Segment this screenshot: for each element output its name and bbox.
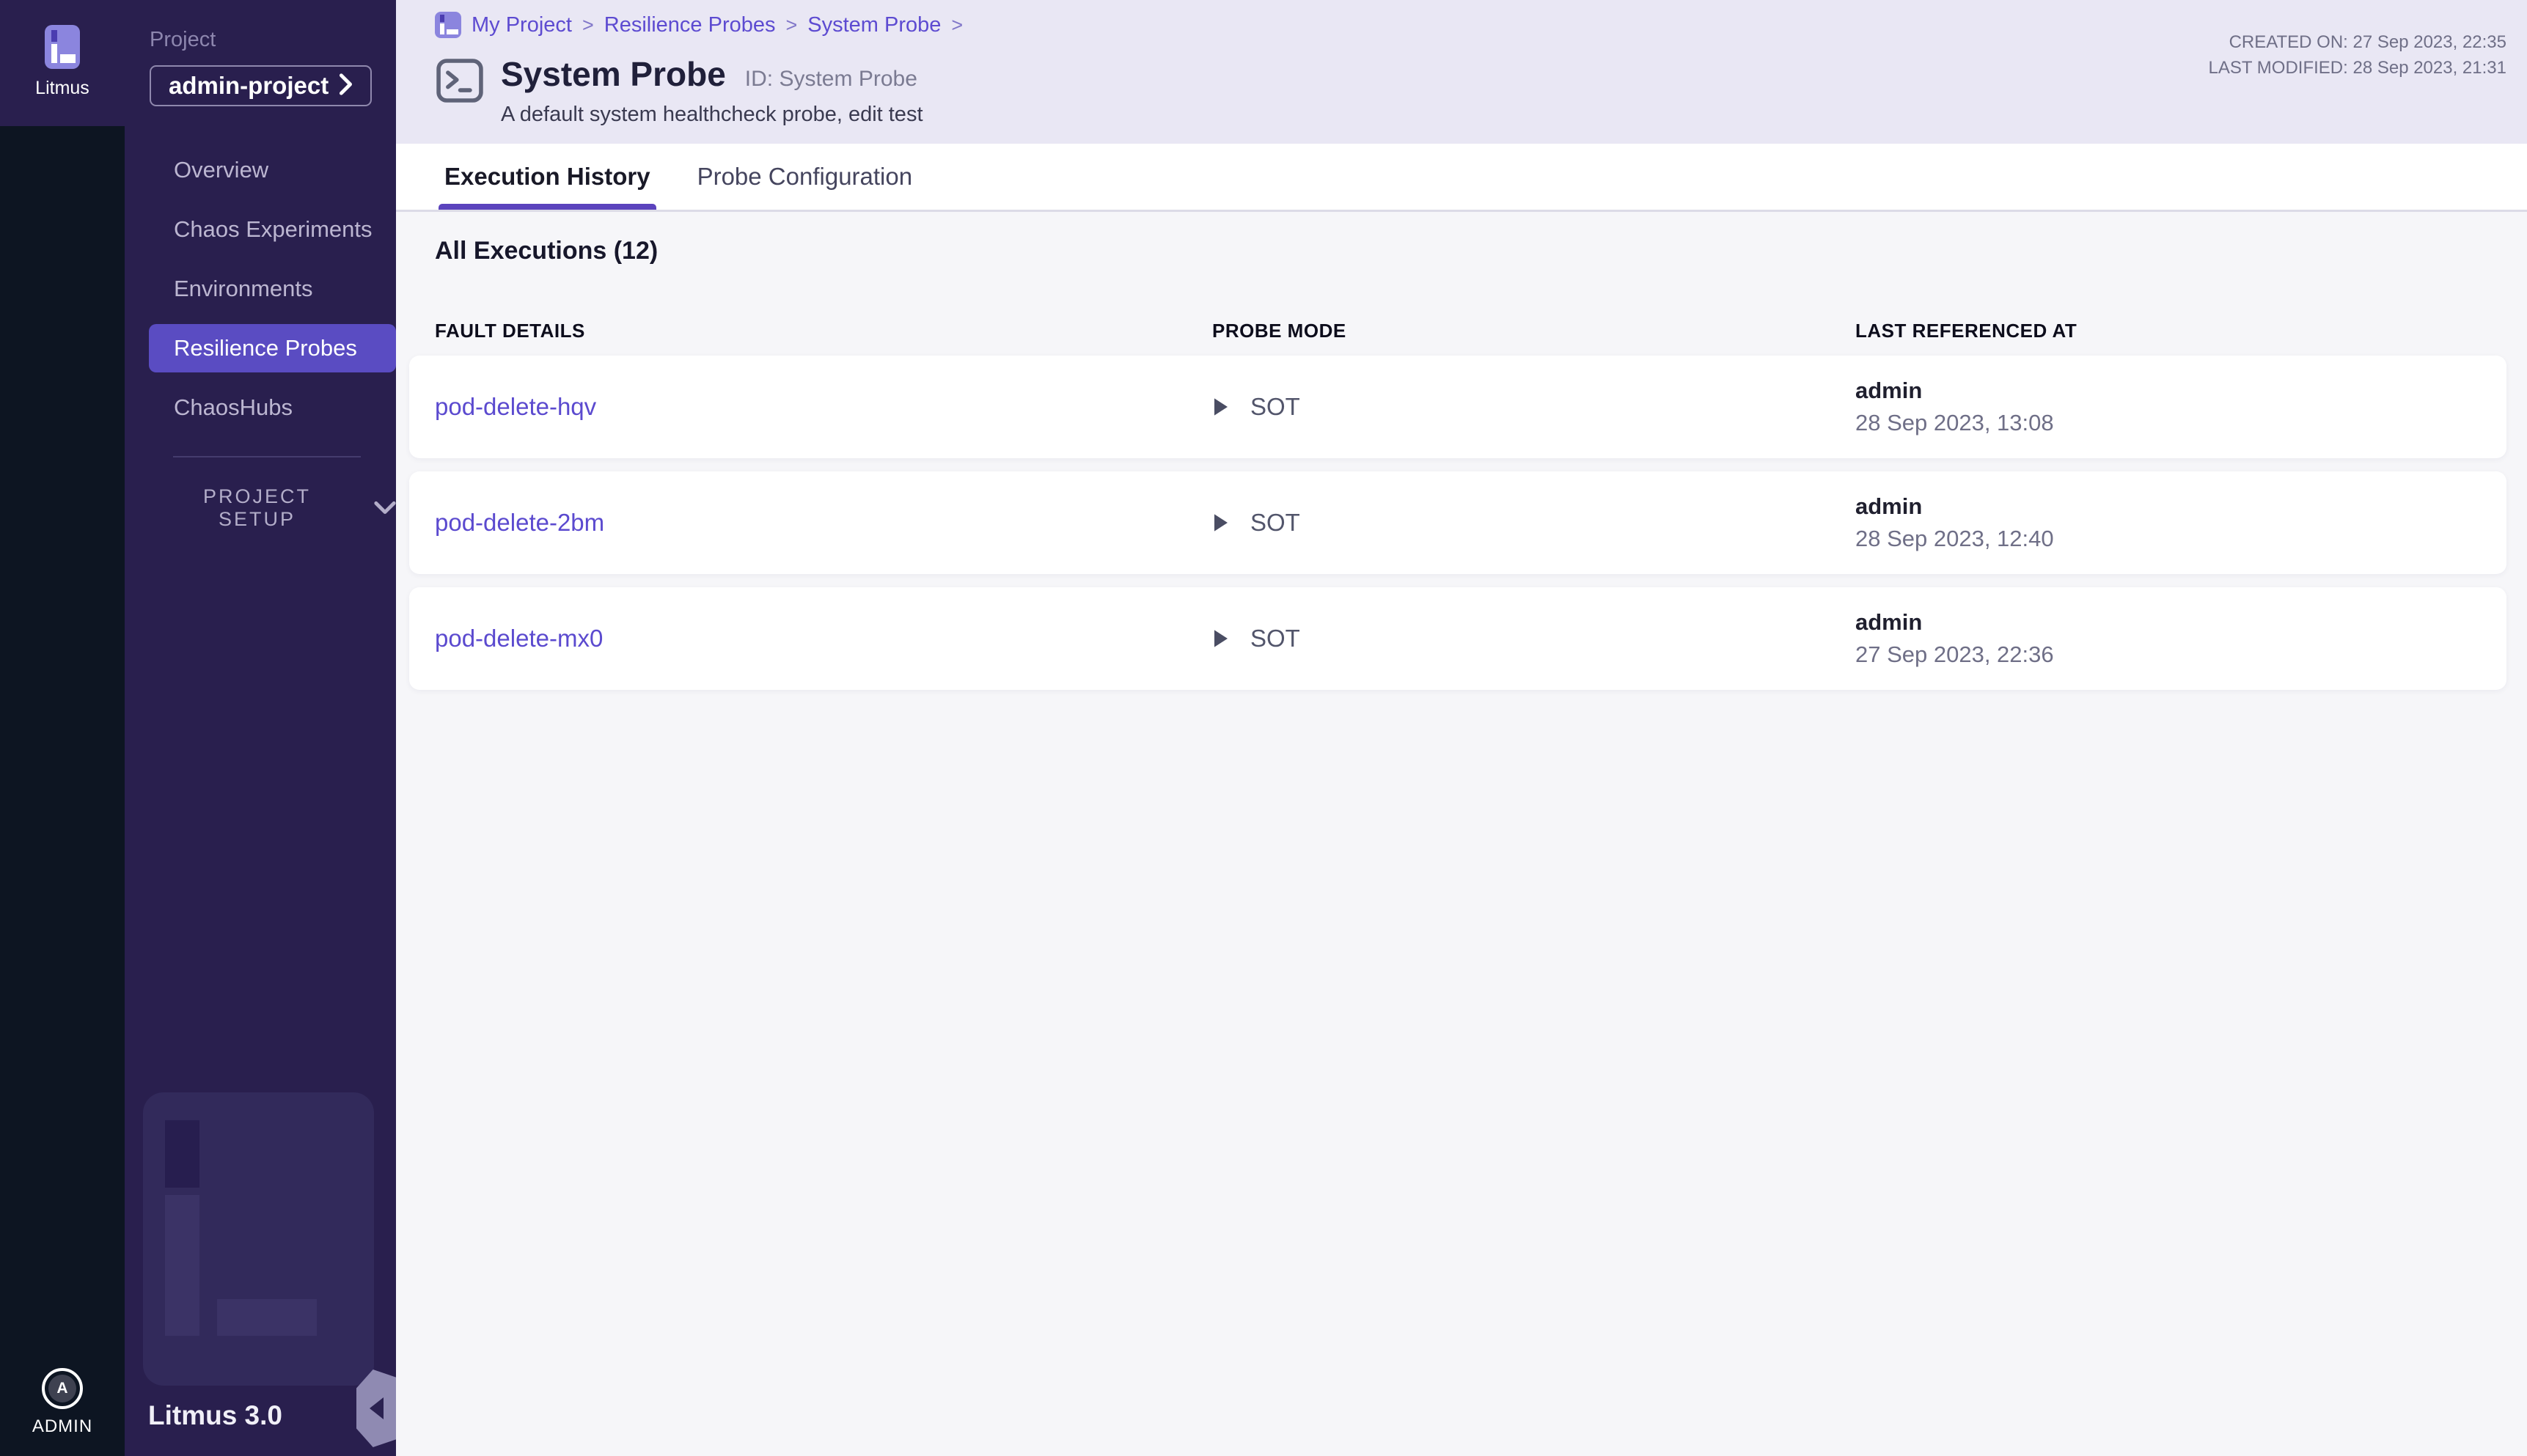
- sidebar-item-environments[interactable]: Environments: [125, 259, 396, 318]
- fault-link[interactable]: pod-delete-hqv: [435, 393, 1212, 421]
- table-header: FAULT DETAILS PROBE MODE LAST REFERENCED…: [409, 320, 2506, 342]
- user-avatar[interactable]: A: [42, 1368, 83, 1409]
- breadcrumb-system-probe[interactable]: System Probe: [807, 13, 941, 37]
- sidebar-divider: [173, 456, 361, 457]
- sidebar-item-overview[interactable]: Overview: [125, 140, 396, 199]
- probe-description: A default system healthcheck probe, edit…: [501, 103, 923, 127]
- table-row: pod-delete-mx0 SOT admin 27 Sep 2023, 22…: [409, 587, 2506, 690]
- sidebar-nav: Overview Chaos Experiments Environments …: [125, 140, 396, 437]
- tabbar: Execution History Probe Configuration: [396, 144, 2527, 212]
- breadcrumb-my-project[interactable]: My Project: [472, 13, 572, 37]
- fault-link[interactable]: pod-delete-2bm: [435, 509, 1212, 537]
- sidebar-item-chaoshubs[interactable]: ChaosHubs: [125, 378, 396, 437]
- probe-mode-value: SOT: [1250, 393, 1300, 421]
- probe-mode-value: SOT: [1250, 625, 1300, 652]
- referenced-by-user: admin: [1855, 493, 2506, 520]
- col-last-referenced-at: LAST REFERENCED AT: [1855, 320, 2506, 342]
- project-selector[interactable]: admin-project: [150, 65, 372, 106]
- litmus-logo-icon: [45, 25, 80, 69]
- left-rail: Litmus A ADMIN: [0, 0, 125, 1456]
- fault-link[interactable]: pod-delete-mx0: [435, 625, 1212, 652]
- breadcrumb-separator: >: [582, 14, 594, 37]
- referenced-at-time: 27 Sep 2023, 22:36: [1855, 641, 2506, 668]
- sidebar-item-chaos-experiments[interactable]: Chaos Experiments: [125, 199, 396, 259]
- expand-play-button[interactable]: [1212, 397, 1230, 417]
- referenced-by-user: admin: [1855, 609, 2506, 636]
- chevron-down-icon: [374, 497, 396, 520]
- chevron-right-icon: [338, 73, 353, 99]
- project-setup-label: PROJECT SETUP: [174, 485, 340, 531]
- col-fault-details: FAULT DETAILS: [435, 320, 1212, 342]
- page-header: My Project > Resilience Probes > System …: [396, 0, 2527, 144]
- litmus-watermark: [143, 1092, 374, 1386]
- project-name: admin-project: [169, 72, 329, 100]
- tab-probe-configuration[interactable]: Probe Configuration: [697, 144, 913, 210]
- breadcrumb-separator: >: [786, 14, 798, 37]
- expand-play-button[interactable]: [1212, 628, 1230, 649]
- avatar-initial: A: [48, 1375, 76, 1402]
- probe-mode-value: SOT: [1250, 509, 1300, 537]
- collapse-left-icon: [370, 1397, 384, 1419]
- executions-heading: All Executions (12): [435, 237, 2506, 265]
- executions-panel: All Executions (12) FAULT DETAILS PROBE …: [396, 212, 2527, 1456]
- referenced-at-time: 28 Sep 2023, 13:08: [1855, 410, 2506, 436]
- last-modified-label: LAST MODIFIED: 28 Sep 2023, 21:31: [2209, 55, 2506, 81]
- app-version: Litmus 3.0: [148, 1400, 282, 1431]
- table-row: pod-delete-2bm SOT admin 28 Sep 2023, 12…: [409, 471, 2506, 574]
- main-area: My Project > Resilience Probes > System …: [396, 0, 2527, 1456]
- tab-execution-history[interactable]: Execution History: [444, 144, 650, 210]
- breadcrumb-separator: >: [951, 14, 963, 37]
- breadcrumb-resilience-probes[interactable]: Resilience Probes: [604, 13, 776, 37]
- expand-play-button[interactable]: [1212, 512, 1230, 533]
- probe-id-label: ID: System Probe: [745, 67, 917, 92]
- project-label: Project: [150, 28, 396, 52]
- brand-block: Litmus: [0, 0, 125, 126]
- page-title: System Probe: [501, 54, 726, 94]
- user-role-label: ADMIN: [32, 1416, 92, 1437]
- col-probe-mode: PROBE MODE: [1212, 320, 1855, 342]
- referenced-at-time: 28 Sep 2023, 12:40: [1855, 526, 2506, 552]
- created-on-label: CREATED ON: 27 Sep 2023, 22:35: [2209, 29, 2506, 55]
- sidebar-item-resilience-probes[interactable]: Resilience Probes: [149, 324, 396, 372]
- probe-meta: CREATED ON: 27 Sep 2023, 22:35 LAST MODI…: [2209, 29, 2506, 81]
- table-row: pod-delete-hqv SOT admin 28 Sep 2023, 13…: [409, 356, 2506, 458]
- terminal-probe-icon: [435, 57, 485, 108]
- breadcrumb-litmus-icon: [435, 12, 461, 38]
- sidebar: Project admin-project Overview Chaos Exp…: [125, 0, 396, 1456]
- project-setup-toggle[interactable]: PROJECT SETUP: [125, 485, 396, 531]
- referenced-by-user: admin: [1855, 378, 2506, 404]
- brand-name: Litmus: [35, 78, 89, 99]
